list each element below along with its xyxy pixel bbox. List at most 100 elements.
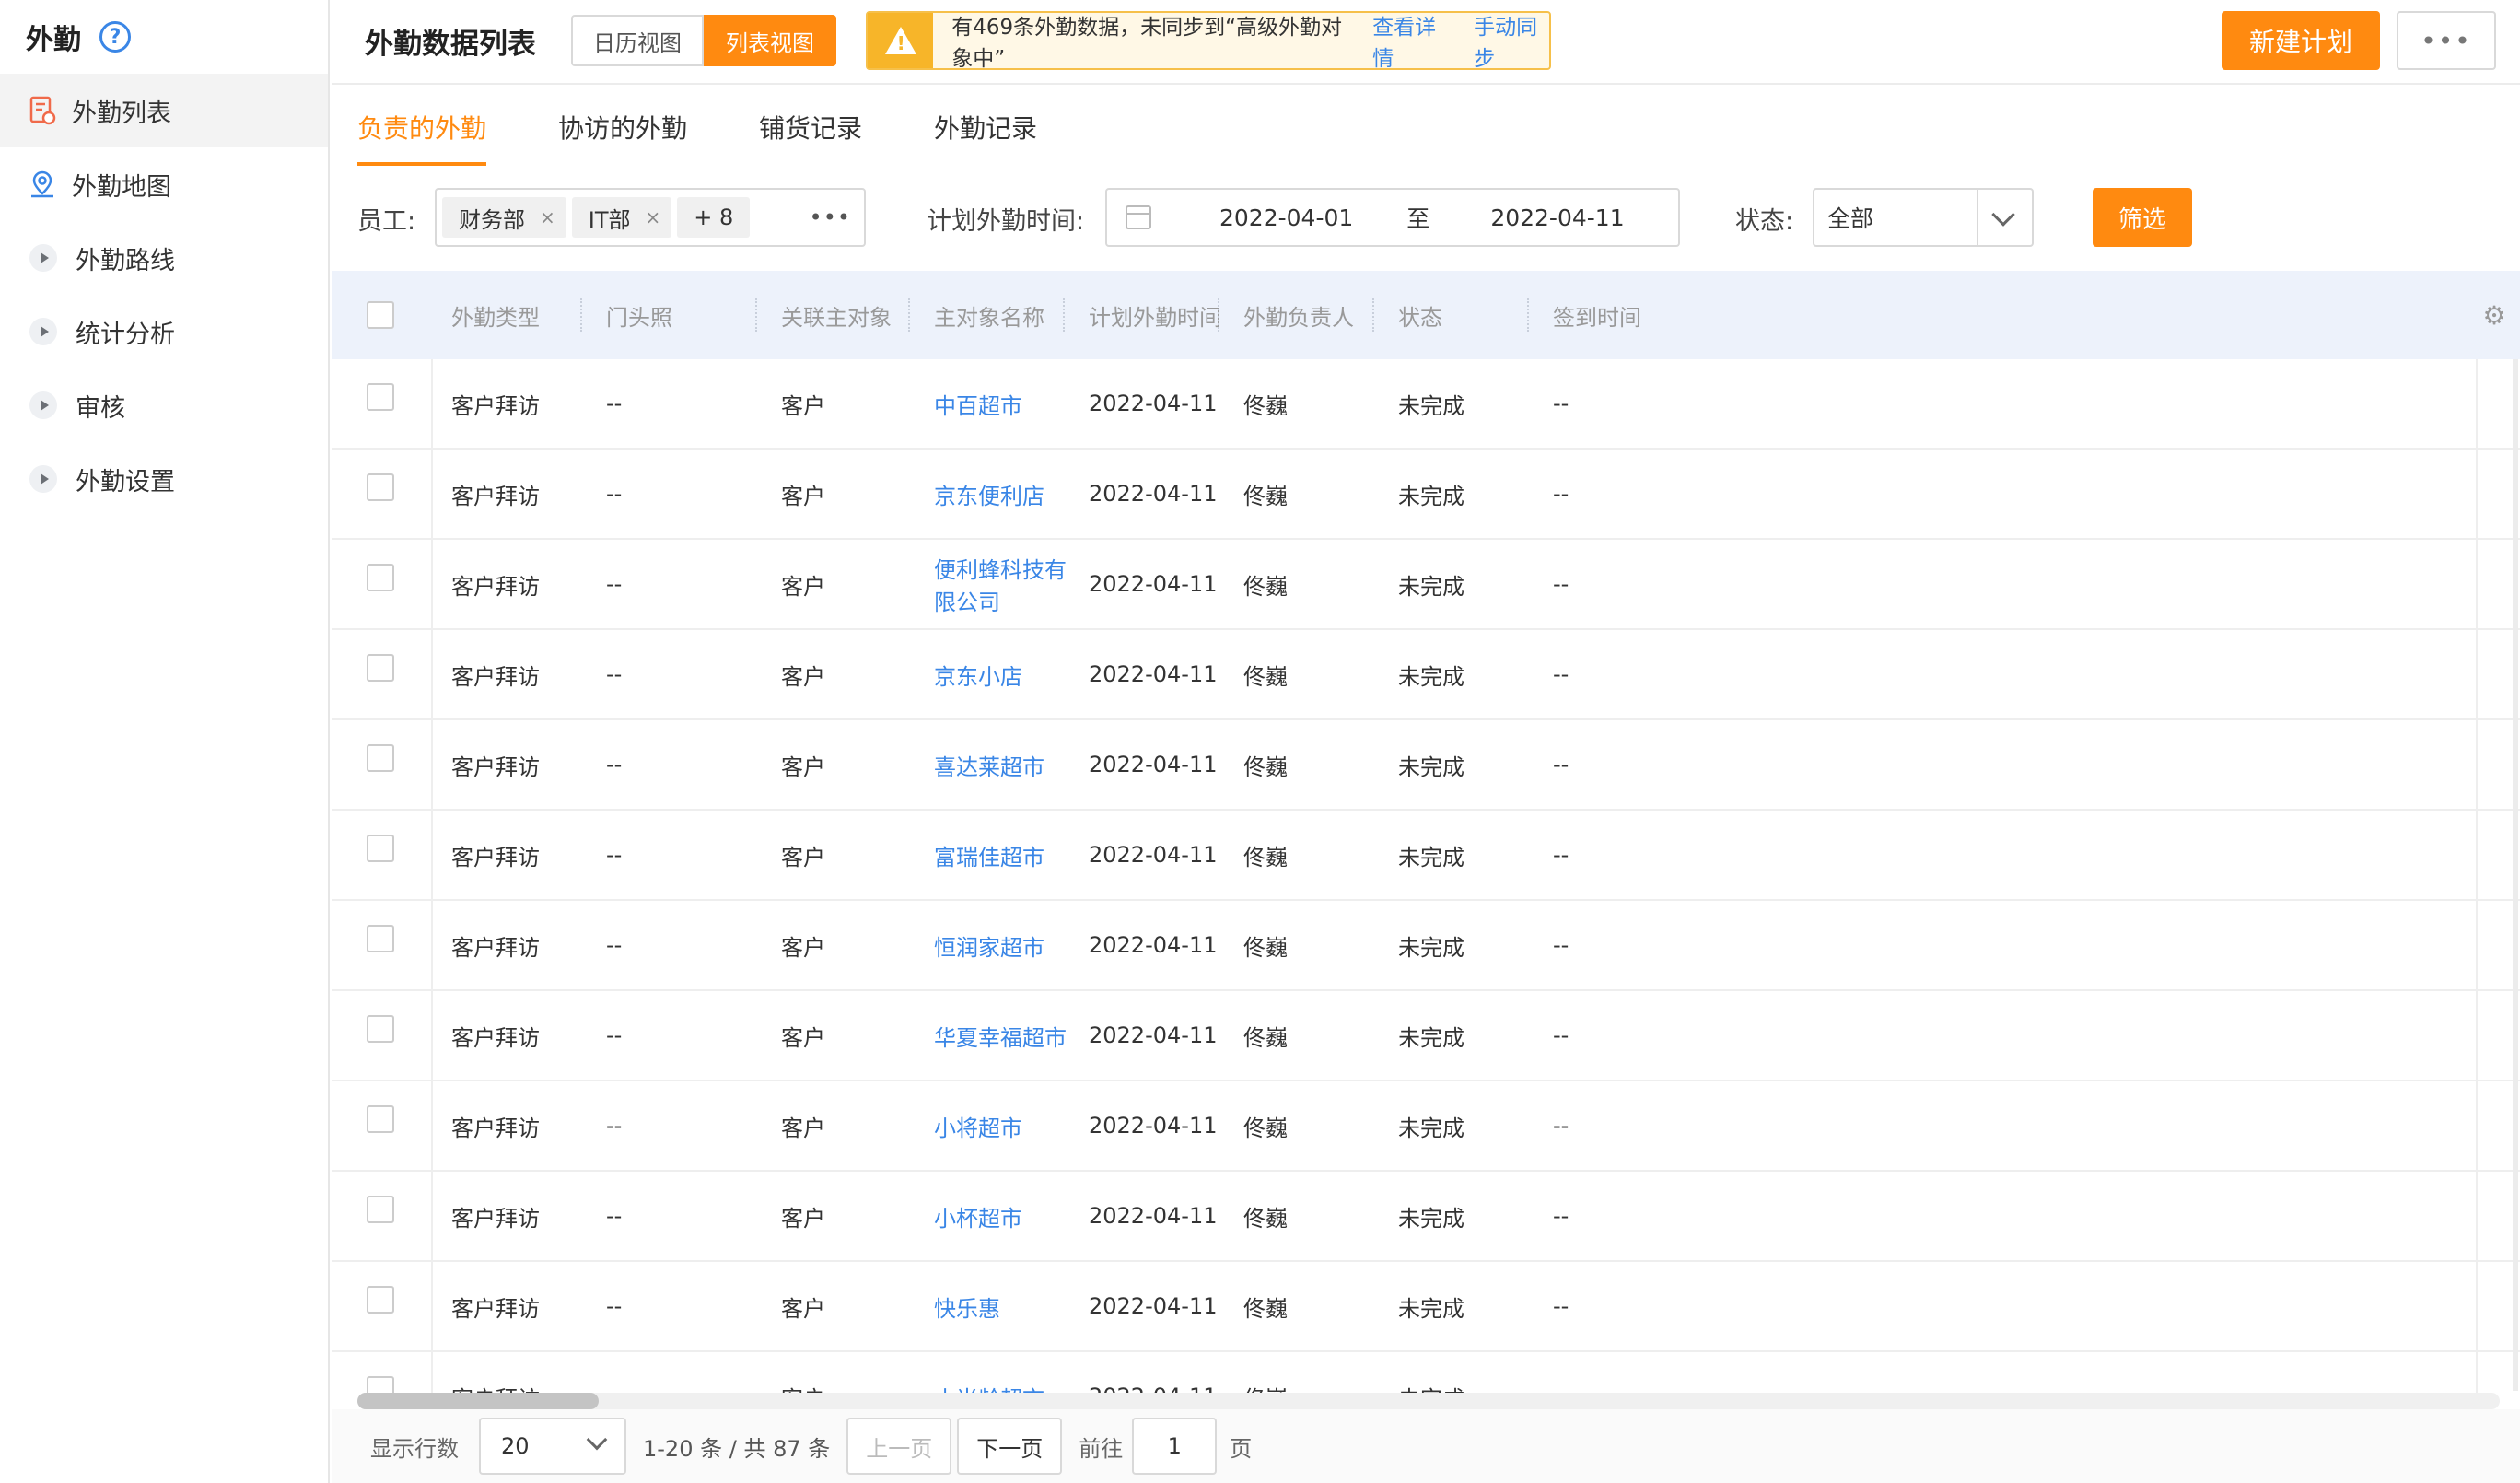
row-checkbox[interactable]	[367, 1286, 394, 1314]
object-name-link[interactable]: 小将超市	[914, 1081, 1068, 1170]
tab-3[interactable]: 外勤记录	[934, 88, 1037, 166]
column-resize-handle[interactable]	[580, 298, 582, 332]
row-checkbox[interactable]	[367, 654, 394, 682]
table-row: 客户拜访 -- 客户 小将超市 2022-04-11 佟巍 未完成 --	[332, 1081, 2520, 1172]
employee-more-icon[interactable]: •••	[810, 204, 851, 230]
table-cell: --	[606, 1203, 623, 1229]
object-name-link[interactable]: 京东便利店	[914, 450, 1068, 538]
sidebar-item-1[interactable]: 外勤地图	[0, 147, 328, 221]
close-icon[interactable]: ×	[540, 206, 555, 228]
table-cell: 佟巍	[1243, 1115, 1288, 1141]
column-resize-handle[interactable]	[1527, 298, 1529, 332]
row-checkbox[interactable]	[367, 1196, 394, 1223]
more-options-button[interactable]: •••	[2397, 11, 2496, 70]
table-cell: --	[1553, 1022, 1569, 1048]
table-cell: 未完成	[1398, 934, 1464, 961]
sidebar-item-label: 外勤列表	[72, 99, 171, 128]
table-cell: 客户	[781, 1115, 825, 1141]
calendar-view-button[interactable]: 日历视图	[571, 15, 704, 66]
object-name-link[interactable]: 华夏幸福超市	[914, 991, 1068, 1080]
prev-page-button[interactable]: 上一页	[846, 1418, 952, 1475]
column-header[interactable]: 外勤负责人	[1223, 271, 1378, 359]
tab-0[interactable]: 负责的外勤	[357, 88, 487, 166]
row-checkbox[interactable]	[367, 1105, 394, 1133]
row-checkbox[interactable]	[367, 383, 394, 411]
table-cell: --	[1553, 1293, 1569, 1319]
status-select[interactable]: 全部	[1813, 188, 2034, 247]
rows-per-page-select[interactable]: 20	[479, 1418, 626, 1475]
date-from[interactable]: 2022-04-01	[1219, 204, 1353, 231]
sidebar-item-label: 外勤地图	[72, 172, 171, 202]
column-header-label: 状态	[1398, 304, 1442, 331]
tab-2[interactable]: 铺货记录	[759, 88, 862, 166]
warning-icon	[868, 13, 934, 68]
table-cell: 未完成	[1398, 392, 1464, 419]
table-cell: 佟巍	[1243, 663, 1288, 690]
date-range-picker[interactable]: 2022-04-01 至 2022-04-11	[1105, 188, 1680, 247]
table-cell: 客户	[781, 573, 825, 600]
column-header[interactable]: 门头照	[586, 271, 761, 359]
object-name-link[interactable]: 小杯超市	[914, 1172, 1068, 1260]
row-checkbox[interactable]	[367, 925, 394, 952]
object-name-link[interactable]: 富瑞佳超市	[914, 811, 1068, 899]
column-divider	[431, 359, 433, 1409]
column-settings-gear-icon[interactable]: ⚙	[2468, 271, 2520, 359]
table-cell: 客户拜访	[451, 1024, 540, 1051]
sidebar-item-2[interactable]: 外勤路线	[0, 221, 328, 295]
sidebar-item-5[interactable]: 外勤设置	[0, 442, 328, 516]
row-checkbox[interactable]	[367, 473, 394, 501]
horizontal-scrollbar-thumb[interactable]	[357, 1393, 599, 1409]
row-checkbox[interactable]	[367, 744, 394, 772]
column-resize-handle[interactable]	[1218, 298, 1219, 332]
page-title: 外勤数据列表	[365, 28, 536, 61]
expand-arrow-icon	[29, 318, 57, 345]
close-icon[interactable]: ×	[646, 206, 661, 228]
column-resize-handle[interactable]	[1372, 298, 1374, 332]
row-checkbox[interactable]	[367, 564, 394, 591]
table-cell: 客户拜访	[451, 663, 540, 690]
employee-chip[interactable]: 财务部 ×	[442, 197, 566, 238]
employee-chip[interactable]: IT部 ×	[571, 197, 672, 238]
object-name-link[interactable]: 快乐惠	[914, 1262, 1068, 1350]
column-resize-handle[interactable]	[908, 298, 910, 332]
select-all-checkbox[interactable]	[367, 301, 394, 329]
object-name-link[interactable]: 中百超市	[914, 359, 1068, 448]
help-icon[interactable]: ?	[99, 21, 131, 53]
tab-1[interactable]: 协访的外勤	[558, 88, 687, 166]
sidebar-item-3[interactable]: 统计分析	[0, 295, 328, 368]
view-details-link[interactable]: 查看详情	[1372, 9, 1448, 72]
employee-chip[interactable]: + 8	[677, 197, 751, 238]
sidebar-item-4[interactable]: 审核	[0, 368, 328, 442]
alert-text: 有469条外勤数据，未同步到“高级外勤对象中”	[951, 16, 1343, 71]
column-header[interactable]: 关联主对象	[761, 271, 914, 359]
column-header[interactable]: 状态	[1378, 271, 1533, 359]
column-resize-handle[interactable]	[1063, 298, 1065, 332]
table-cell: --	[606, 481, 623, 507]
column-header[interactable]: 主对象名称	[914, 271, 1068, 359]
employee-filter-input[interactable]: 财务部 × IT部 × + 8 •••	[435, 188, 866, 247]
manual-sync-link[interactable]: 手动同步	[1474, 9, 1549, 72]
column-header[interactable]: 签到时间	[1533, 271, 2520, 359]
column-resize-handle[interactable]	[755, 298, 757, 332]
row-checkbox[interactable]	[367, 1015, 394, 1043]
column-header[interactable]: 计划外勤时间	[1068, 271, 1223, 359]
row-checkbox[interactable]	[367, 835, 394, 862]
date-to[interactable]: 2022-04-11	[1490, 204, 1624, 231]
sidebar-item-0[interactable]: 外勤列表	[0, 74, 328, 147]
object-name-link[interactable]: 喜达莱超市	[914, 720, 1068, 809]
table-cell: 2022-04-11	[1089, 932, 1218, 958]
object-name-link[interactable]: 便利蜂科技有限公司	[914, 540, 1068, 628]
status-select-value: 全部	[1827, 205, 1874, 232]
column-header[interactable]: 外勤类型	[431, 271, 586, 359]
vertical-scrollbar[interactable]	[2513, 359, 2518, 1391]
goto-page-input[interactable]: 1	[1132, 1418, 1218, 1475]
next-page-button[interactable]: 下一页	[957, 1418, 1063, 1475]
horizontal-scrollbar[interactable]	[357, 1393, 2500, 1409]
list-view-button[interactable]: 列表视图	[704, 15, 836, 66]
filter-button[interactable]: 筛选	[2093, 188, 2192, 247]
table-body: 客户拜访 -- 客户 中百超市 2022-04-11 佟巍 未完成 -- 客户拜访 -- 客户 京东便…	[332, 359, 2520, 1409]
object-name-link[interactable]: 恒润家超市	[914, 901, 1068, 989]
new-plan-button[interactable]: 新建计划	[2222, 11, 2380, 70]
table-cell: 未完成	[1398, 483, 1464, 509]
object-name-link[interactable]: 京东小店	[914, 630, 1068, 718]
